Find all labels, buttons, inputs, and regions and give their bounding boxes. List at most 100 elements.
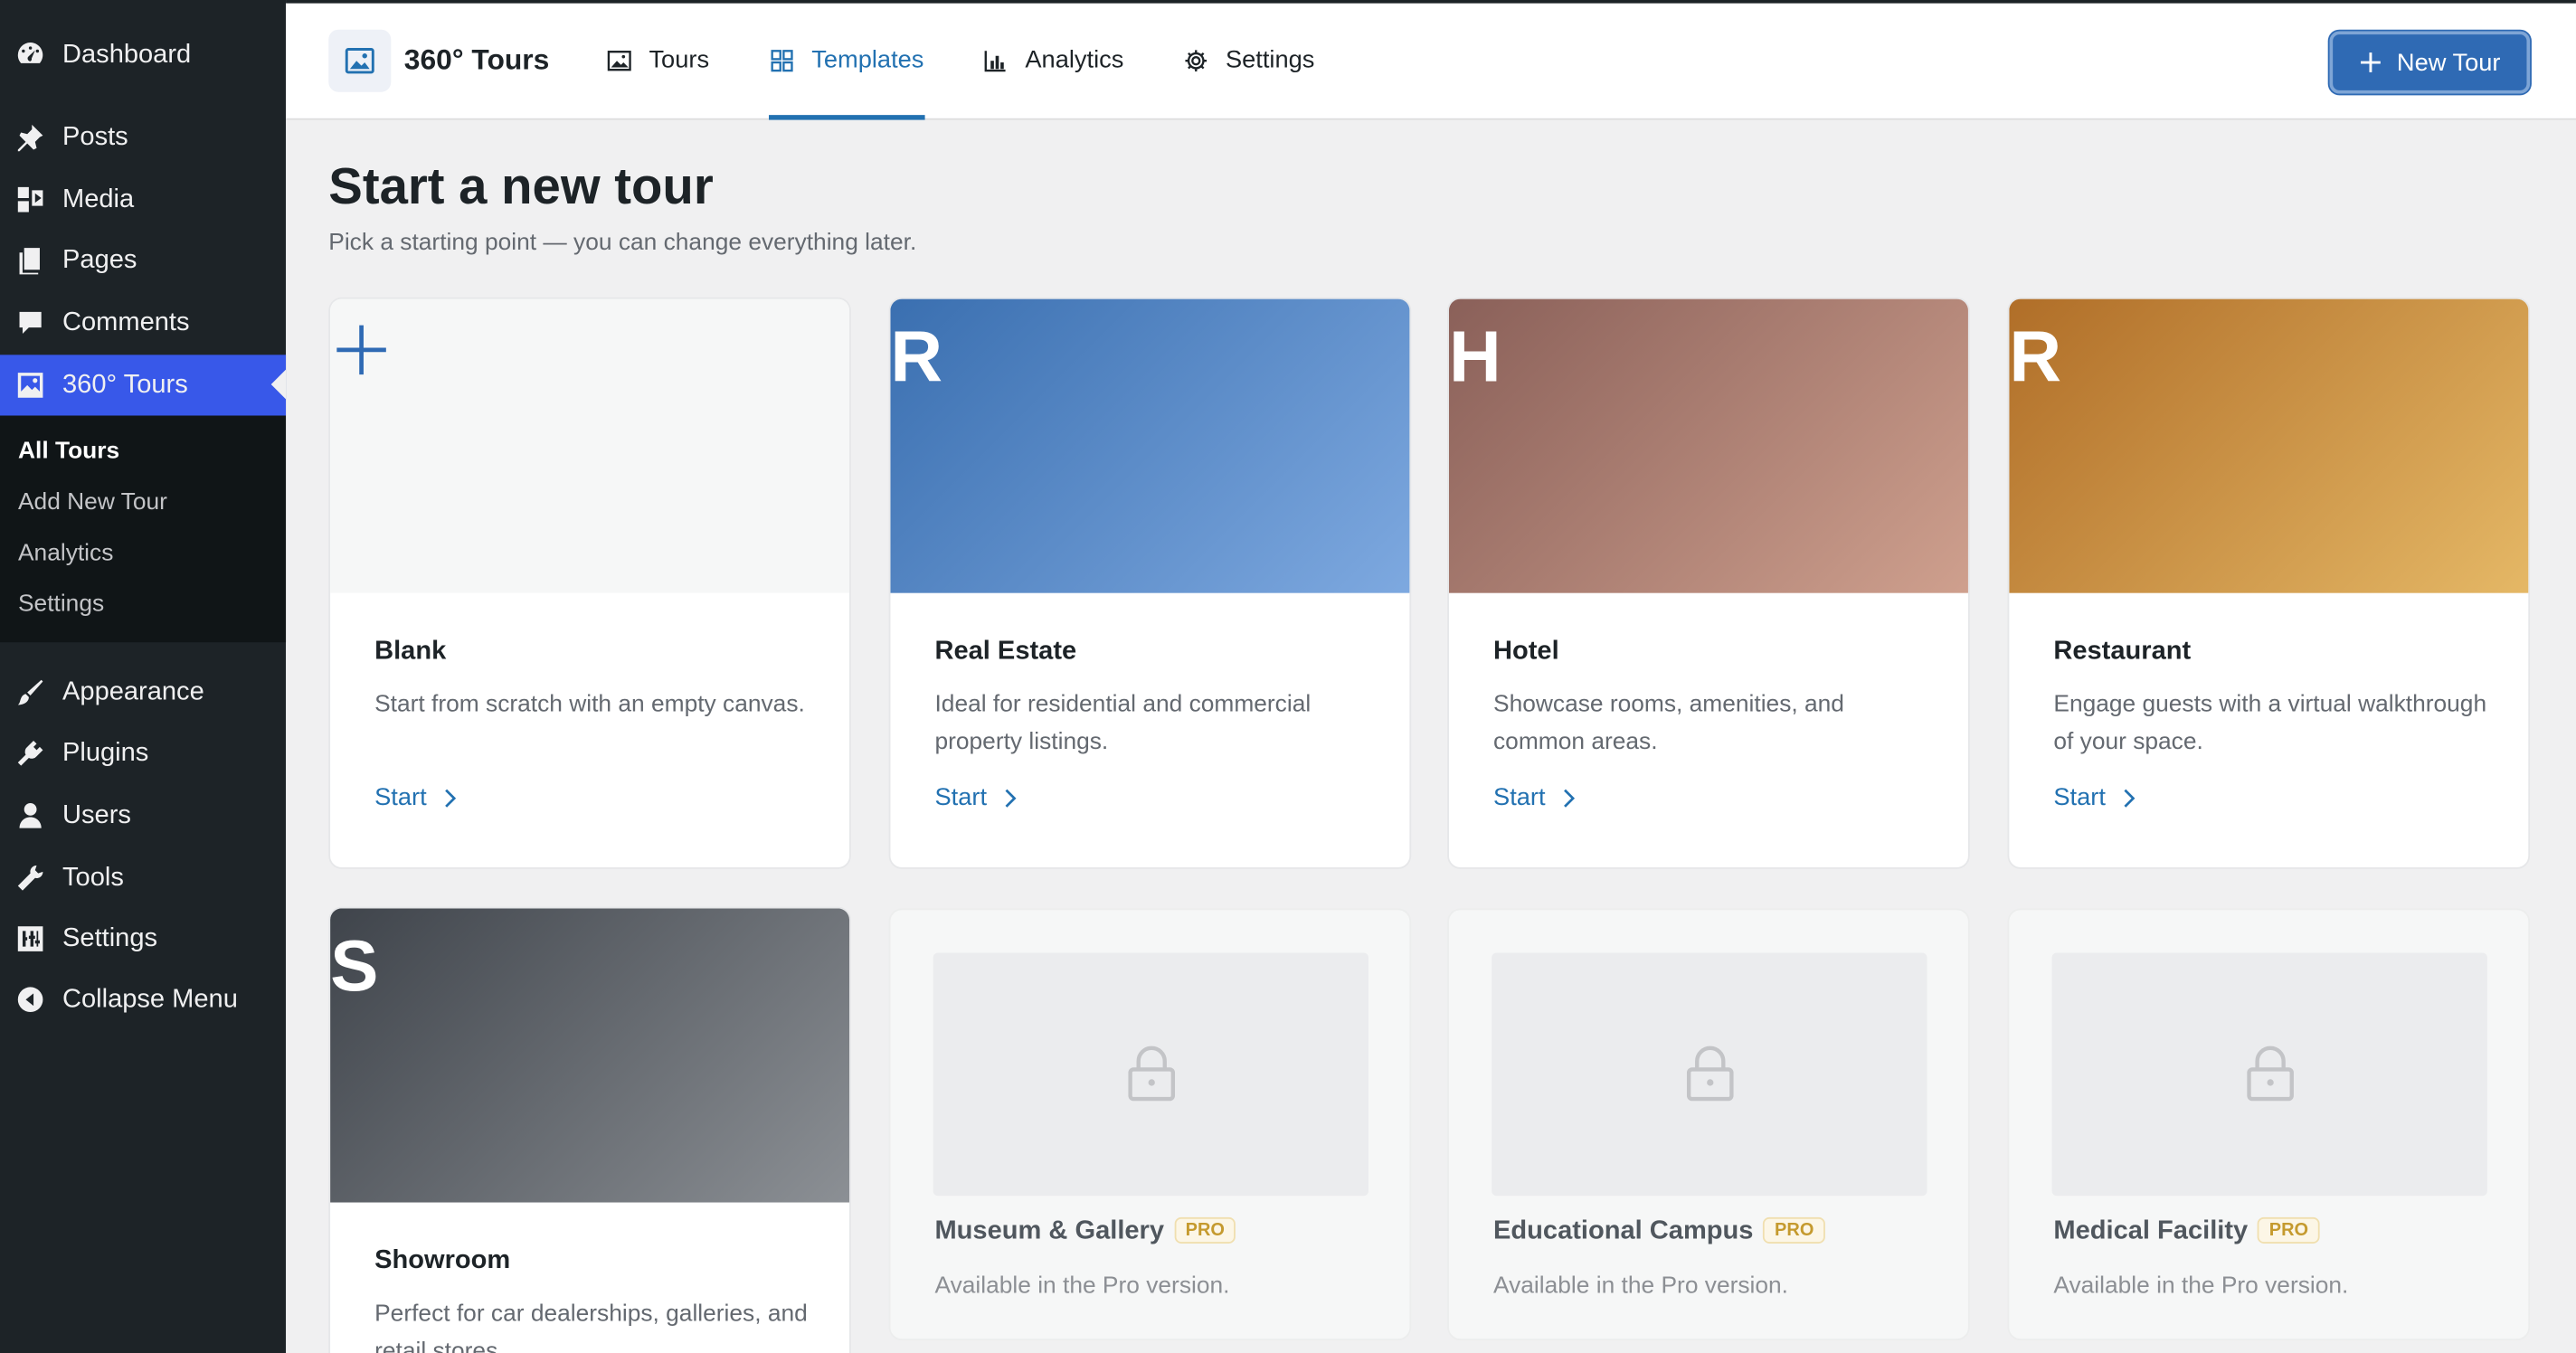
template-description: Available in the Pro version. <box>1493 1273 1789 1300</box>
comment-icon <box>14 307 46 339</box>
template-description: Ideal for residential and commercial pro… <box>934 691 1312 756</box>
sidebar-item-settings[interactable]: Settings <box>0 908 286 969</box>
pages-icon <box>14 244 46 277</box>
sidebar-label: Posts <box>62 122 128 151</box>
submenu-all-tours[interactable]: All Tours <box>18 439 119 465</box>
start-link[interactable]: Start <box>934 783 1016 811</box>
plug-icon <box>14 737 46 770</box>
submenu-settings[interactable]: Settings <box>18 591 104 618</box>
locked-thumbnail <box>2051 952 2487 1197</box>
template-name: Educational Campus <box>1493 1216 1754 1245</box>
sidebar-collapse-menu[interactable]: Collapse Menu <box>0 970 286 1030</box>
sidebar-item-media[interactable]: Media <box>0 169 286 230</box>
template-title: Museum & Gallery PRO <box>934 1216 1236 1247</box>
brand-title: 360° Tours <box>403 43 550 76</box>
template-title: Showroom <box>374 1246 511 1275</box>
sidebar-label: Appearance <box>62 677 204 706</box>
plus-icon <box>2360 52 2381 72</box>
sidebar-item-tools[interactable]: Tools <box>0 847 286 908</box>
template-letter: R <box>890 317 943 398</box>
template-description: Available in the Pro version. <box>934 1273 1230 1300</box>
template-description: Engage guests with a virtual walkthrough… <box>2053 691 2487 756</box>
pro-badge: PRO <box>2258 1216 2320 1244</box>
dashboard-icon <box>14 39 46 71</box>
sliders-icon <box>14 922 46 955</box>
gear-icon <box>1185 49 1208 71</box>
pro-badge: PRO <box>1763 1216 1826 1244</box>
sidebar-item-appearance[interactable]: Appearance <box>0 662 286 723</box>
sidebar-label: Media <box>62 184 135 213</box>
sidebar-label: Dashboard <box>62 40 192 69</box>
bar-chart-icon <box>984 50 1006 71</box>
template-title: Blank <box>374 637 447 666</box>
template-card-museum-gallery: Museum & Gallery PRO Available in the Pro… <box>888 908 1412 1341</box>
plugin-header: 360° Tours Tours Templates Analytics Set… <box>286 0 2576 120</box>
pro-badge: PRO <box>1173 1216 1236 1244</box>
template-description: Available in the Pro version. <box>2053 1273 2349 1300</box>
tab-tours[interactable]: Tours <box>606 46 709 74</box>
template-title: Educational Campus PRO <box>1493 1216 1826 1247</box>
template-letter: S <box>330 926 379 1008</box>
start-link[interactable]: Start <box>1493 783 1575 811</box>
submenu-add-new-tour[interactable]: Add New Tour <box>18 489 167 516</box>
page-subtitle: Pick a starting point — you can change e… <box>328 230 917 257</box>
chevron-right-icon <box>2123 788 2135 807</box>
plus-icon <box>336 325 386 375</box>
submenu-analytics[interactable]: Analytics <box>18 541 113 567</box>
template-hero <box>330 298 850 593</box>
template-card-blank[interactable]: Blank Start from scratch with an empty c… <box>328 297 851 869</box>
template-hero: R <box>890 298 1410 593</box>
chevron-right-icon <box>444 788 456 807</box>
page-title: Start a new tour <box>328 157 714 215</box>
locked-thumbnail <box>933 952 1368 1197</box>
lock-icon <box>1686 1046 1733 1102</box>
template-card-showroom[interactable]: S Showroom Perfect for car dealerships, … <box>328 906 851 1353</box>
logo-image-icon <box>328 29 392 92</box>
start-label: Start <box>934 783 988 812</box>
sidebar-item-dashboard[interactable]: Dashboard <box>0 24 286 85</box>
tab-label: Tours <box>649 45 710 74</box>
sidebar-label: Tools <box>62 863 124 892</box>
tab-analytics[interactable]: Analytics <box>982 46 1123 74</box>
grid-icon <box>771 49 793 71</box>
collapse-icon <box>14 983 46 1016</box>
sidebar-item-plugins[interactable]: Plugins <box>0 723 286 783</box>
template-description: Perfect for car dealerships, galleries, … <box>374 1301 808 1353</box>
template-title: Hotel <box>1493 637 1559 666</box>
template-title: Restaurant <box>2053 637 2192 666</box>
sidebar-label: Collapse Menu <box>62 984 238 1013</box>
template-card-hotel[interactable]: H Hotel Showcase rooms, amenities, and c… <box>1447 297 1970 869</box>
start-label: Start <box>374 783 427 812</box>
start-link[interactable]: Start <box>374 783 456 811</box>
sidebar-item-360-tours[interactable]: 360° Tours <box>0 355 287 416</box>
image-icon <box>14 369 46 402</box>
template-title: Real Estate <box>934 637 1077 666</box>
template-title: Medical Facility PRO <box>2053 1216 2320 1247</box>
sidebar-item-pages[interactable]: Pages <box>0 230 286 290</box>
template-card-real-estate[interactable]: R Real Estate Ideal for residential and … <box>888 297 1412 869</box>
template-description: Start from scratch with an empty canvas. <box>374 691 805 718</box>
image-icon <box>607 50 631 71</box>
start-link[interactable]: Start <box>2053 783 2135 811</box>
template-card-medical-facility: Medical Facility PRO Available in the Pro… <box>2007 908 2531 1341</box>
sidebar-label: Users <box>62 800 131 829</box>
tab-settings[interactable]: Settings <box>1183 46 1314 74</box>
lock-icon <box>1127 1046 1175 1102</box>
media-icon <box>14 184 46 216</box>
tab-templates[interactable]: Templates <box>769 46 923 74</box>
lock-icon <box>2246 1046 2294 1102</box>
brush-icon <box>14 676 46 708</box>
sidebar-label: Comments <box>62 308 190 336</box>
template-card-educational-campus: Educational Campus PRO Available in the P… <box>1447 908 1970 1341</box>
template-name: Museum & Gallery <box>934 1216 1165 1245</box>
sidebar-item-posts[interactable]: Posts <box>0 107 286 167</box>
sidebar-item-comments[interactable]: Comments <box>0 292 286 353</box>
admin-sidebar: Dashboard Posts Media Pages Comments 360… <box>0 0 287 1353</box>
active-tab-indicator <box>769 115 925 120</box>
tab-label: Templates <box>811 45 924 74</box>
sidebar-item-users[interactable]: Users <box>0 785 286 846</box>
template-card-restaurant[interactable]: R Restaurant Engage guests with a virtua… <box>2007 297 2531 869</box>
sidebar-label: 360° Tours <box>62 370 188 399</box>
new-tour-button[interactable]: New Tour <box>2329 31 2531 94</box>
chevron-right-icon <box>1563 788 1575 807</box>
